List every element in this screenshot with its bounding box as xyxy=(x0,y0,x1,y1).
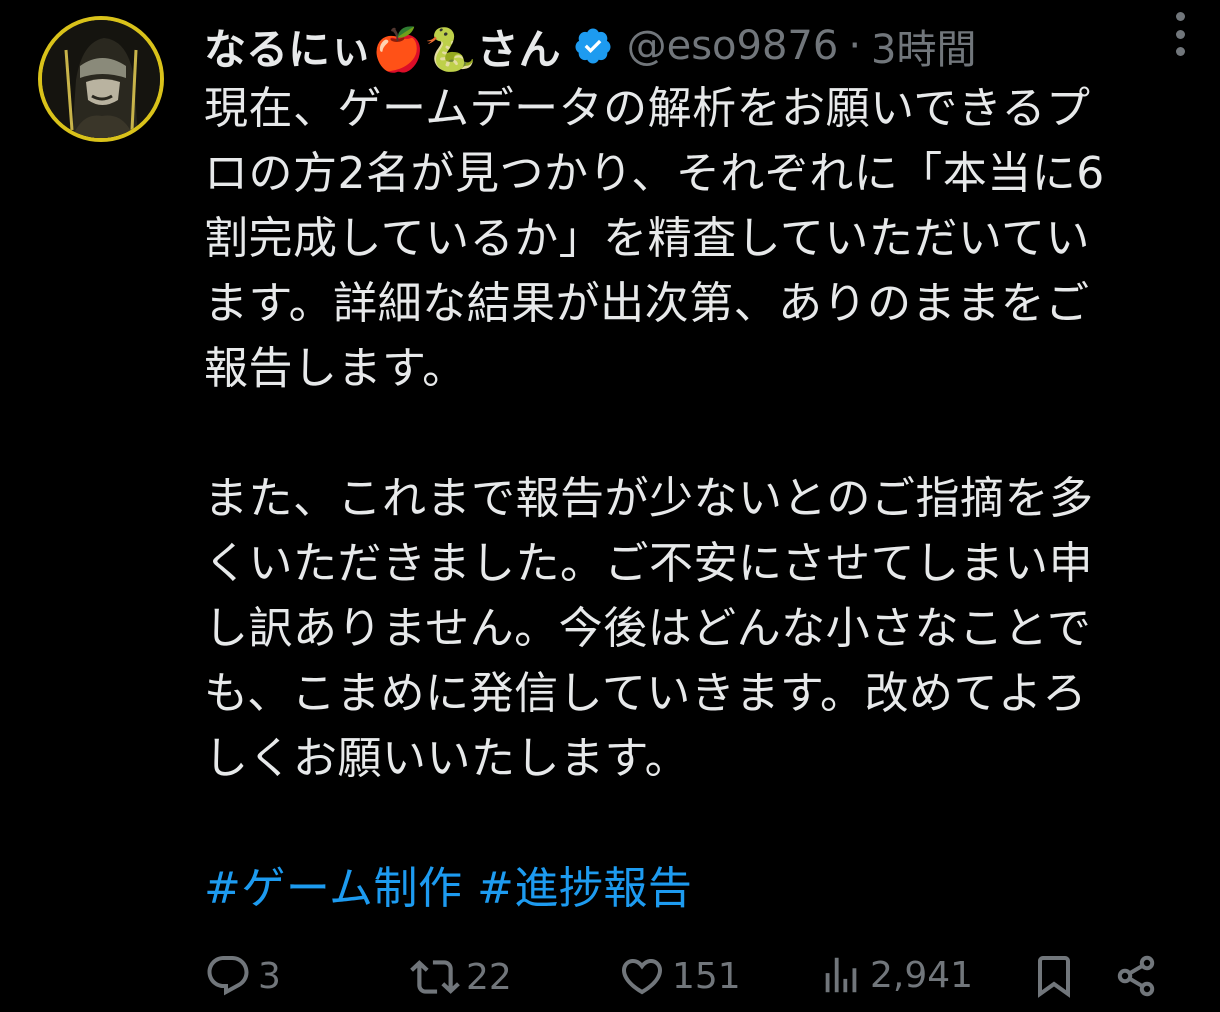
share-icon xyxy=(1117,955,1155,997)
tweet-header: なるにぃ🍎🐍さん @eso9876 · 3時間 xyxy=(204,14,1190,78)
tweet-paragraph-1: 現在、ゲームデータの解析をお願いできるプ ロの方2名が見つかり、それぞれに「本当… xyxy=(204,83,1105,394)
avatar-image xyxy=(42,20,160,138)
view-count: 2,941 xyxy=(870,954,974,996)
separator-dot: · xyxy=(848,23,862,69)
verified-badge-icon[interactable] xyxy=(573,26,613,66)
bookmark-button[interactable] xyxy=(1030,952,1084,1000)
retweet-count: 22 xyxy=(466,956,512,998)
share-button[interactable] xyxy=(1112,952,1166,1000)
retweet-icon xyxy=(410,960,460,994)
user-handle[interactable]: @eso9876 xyxy=(627,23,839,69)
like-count: 151 xyxy=(672,955,741,997)
retweet-button[interactable]: 22 xyxy=(410,952,512,1002)
views-button[interactable]: 2,941 xyxy=(818,952,973,998)
reply-button[interactable]: 3 xyxy=(204,952,281,1000)
views-icon xyxy=(825,957,857,993)
hashtag-progress-report[interactable]: #進捗報告 xyxy=(477,863,692,914)
tweet[interactable]: なるにぃ🍎🐍さん @eso9876 · 3時間 現在、ゲームデータの解析をお願い… xyxy=(0,0,1220,1012)
reply-count: 3 xyxy=(258,955,281,997)
action-bar: 3 22 151 2,941 xyxy=(204,948,1164,1004)
hashtags: #ゲーム制作 #進捗報告 xyxy=(204,856,1194,921)
avatar[interactable] xyxy=(38,16,164,142)
like-button[interactable]: 151 xyxy=(618,952,741,1000)
display-name[interactable]: なるにぃ🍎🐍さん xyxy=(204,16,561,77)
timestamp[interactable]: 3時間 xyxy=(871,17,976,75)
tweet-text: 現在、ゲームデータの解析をお願いできるプ ロの方2名が見つかり、それぞれに「本当… xyxy=(204,76,1194,921)
tweet-paragraph-2: また、これまで報告が少ないとのご指摘を多 くいただきました。ご不安にさせてしまい… xyxy=(204,473,1094,784)
hashtag-game-production[interactable]: #ゲーム制作 xyxy=(204,863,463,914)
heart-icon xyxy=(621,959,663,995)
bookmark-icon xyxy=(1038,956,1070,998)
reply-icon xyxy=(207,956,249,996)
more-icon[interactable] xyxy=(1170,12,1190,56)
